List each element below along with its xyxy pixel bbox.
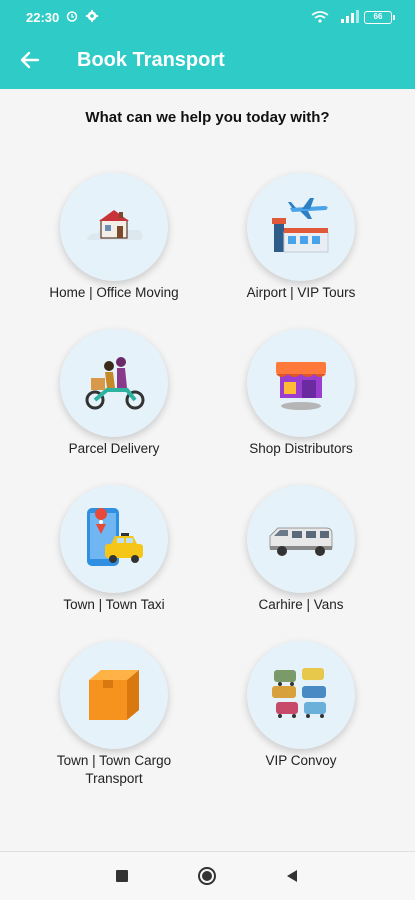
service-label: Shop Distributors	[249, 441, 353, 456]
service-icon-circle	[60, 329, 168, 437]
service-label: Home | Office Moving	[49, 285, 179, 300]
wifi-icon	[311, 11, 329, 23]
service-icon-circle	[247, 485, 355, 593]
convoy-icon	[272, 668, 326, 718]
service-airport-vip-tours[interactable]: Airport | VIP Tours	[216, 173, 386, 302]
motorbike-delivery-icon	[85, 357, 145, 410]
service-icon-circle	[247, 173, 355, 281]
service-icon-circle	[60, 485, 168, 593]
app-header: 22:30 66 Book Transport	[0, 0, 415, 89]
service-town-cargo-transport[interactable]: Town | Town Cargo Transport	[29, 641, 199, 788]
service-label: Airport | VIP Tours	[246, 285, 356, 300]
service-home-office-moving[interactable]: Home | Office Moving	[29, 173, 199, 302]
van-icon	[269, 527, 333, 556]
signal-icon	[341, 10, 359, 23]
service-vip-convoy[interactable]: VIP Convoy	[216, 641, 386, 770]
service-label: Town | Town Taxi	[63, 597, 165, 612]
home-circle-icon[interactable]	[197, 866, 217, 886]
service-icon-circle	[60, 173, 168, 281]
house-moving-icon	[87, 210, 143, 240]
shop-icon	[276, 362, 326, 410]
gear-icon	[86, 10, 98, 22]
system-nav-bar	[0, 851, 415, 900]
service-label: Parcel Delivery	[68, 441, 160, 456]
service-town-taxi[interactable]: Town | Town Taxi	[29, 485, 199, 614]
cargo-box-icon	[89, 670, 139, 720]
service-carhire-vans[interactable]: Carhire | Vans	[216, 485, 386, 614]
airport-icon	[272, 198, 329, 253]
service-shop-distributors[interactable]: Shop Distributors	[216, 329, 386, 458]
service-icon-circle	[247, 329, 355, 437]
back-triangle-icon[interactable]	[282, 866, 302, 886]
battery-indicator: 66	[364, 11, 395, 24]
help-prompt: What can we help you today with?	[85, 109, 330, 126]
recents-square-icon[interactable]	[112, 866, 132, 886]
service-icon-circle	[60, 641, 168, 749]
page-title: Book Transport	[77, 49, 225, 71]
status-time: 22:30	[26, 10, 60, 25]
service-icon-circle	[247, 641, 355, 749]
service-parcel-delivery[interactable]: Parcel Delivery	[29, 329, 199, 458]
service-label: Carhire | Vans	[258, 597, 344, 612]
service-label: VIP Convoy	[265, 753, 337, 768]
status-bar: 22:30 66	[0, 0, 415, 36]
taxi-icon	[87, 508, 143, 566]
service-label: Town | Town Cargo Transport	[56, 753, 172, 786]
alarm-icon	[66, 11, 78, 22]
back-arrow-icon[interactable]	[18, 48, 42, 72]
